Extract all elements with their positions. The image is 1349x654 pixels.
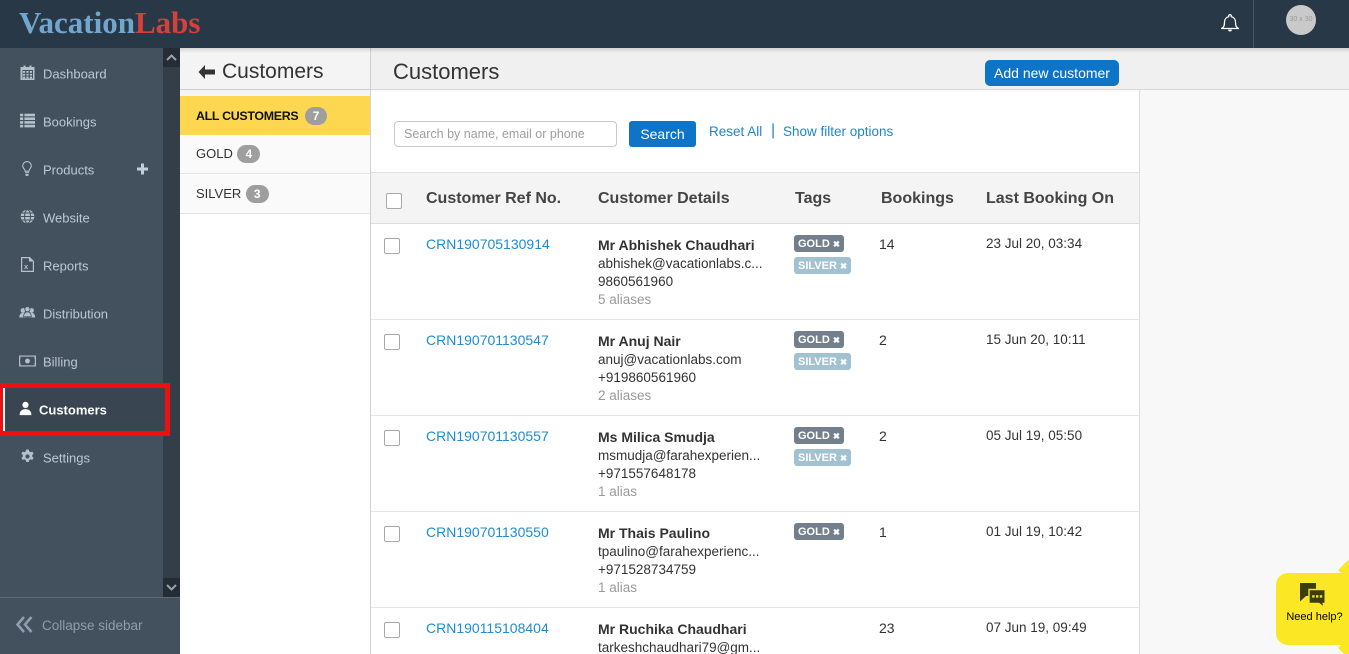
svg-text:x: x xyxy=(24,262,29,271)
